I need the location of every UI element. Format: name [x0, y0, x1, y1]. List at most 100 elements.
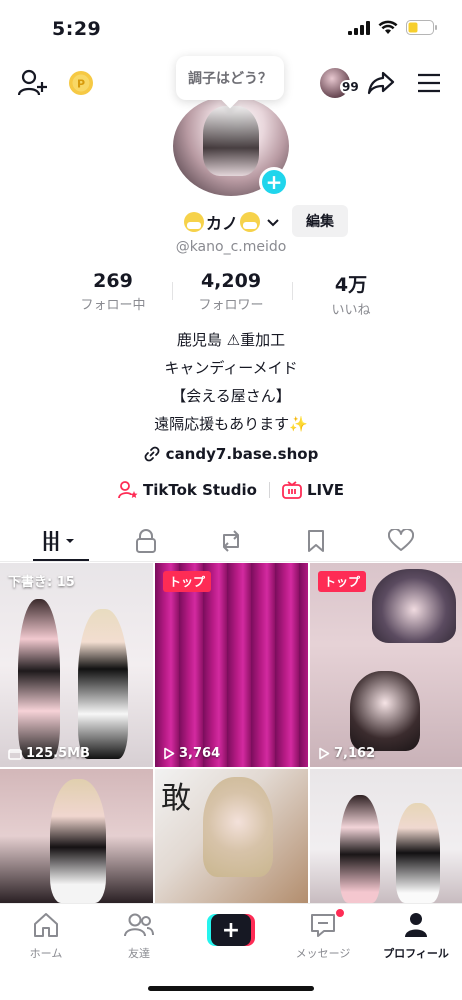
tab-private[interactable]	[100, 520, 192, 562]
coin-icon: P	[69, 71, 93, 95]
status-time: 5:29	[52, 18, 102, 40]
repost-icon	[223, 530, 239, 552]
thumbnail-person	[50, 779, 106, 903]
video-views: 7,162	[318, 746, 375, 761]
stat-label: いいね	[331, 303, 371, 318]
home-indicator	[148, 986, 314, 991]
tab-saved[interactable]	[270, 520, 362, 562]
nav-label: 友達	[128, 947, 150, 960]
tab-videos[interactable]	[15, 520, 107, 562]
link-icon	[144, 446, 160, 462]
nav-friends[interactable]: 友達	[93, 912, 185, 961]
share-button[interactable]	[364, 66, 398, 100]
name-row: カノ	[0, 206, 462, 238]
add-friend-button[interactable]	[16, 66, 50, 100]
add-user-icon	[18, 69, 47, 96]
view-count: 7,162	[334, 746, 376, 761]
nav-label: ホーム	[29, 947, 63, 960]
video-views: 3,764	[163, 746, 220, 761]
overlay-kanji: 敢	[161, 781, 191, 816]
live-label: LIVE	[306, 481, 344, 499]
video-thumbnail[interactable]	[0, 769, 153, 903]
stat-label: フォロワー	[198, 298, 264, 313]
status-icons	[348, 20, 438, 35]
nav-profile[interactable]: プロフィール	[370, 912, 462, 961]
top-badge: トップ	[163, 571, 212, 592]
play-icon	[319, 747, 330, 760]
live-link[interactable]: LIVE	[282, 481, 344, 499]
mask-face-icon	[184, 212, 204, 232]
mood-bubble[interactable]: 調子はどう？	[176, 56, 284, 100]
share-icon	[367, 71, 395, 95]
username: @kano_c.meido	[175, 239, 287, 255]
display-name-button[interactable]: カノ	[184, 210, 281, 234]
lock-icon	[136, 529, 156, 553]
tiktok-studio-link[interactable]: TikTok Studio	[118, 481, 257, 499]
tiktok-studio-label: TikTok Studio	[143, 481, 257, 499]
video-thumbnail[interactable]: トップ 3,764	[155, 563, 308, 767]
bookmark-icon	[308, 530, 324, 552]
add-story-button[interactable]: +	[259, 167, 289, 197]
stats: 269 フォロー中 4,209 フォロワー 4万 いいね	[0, 270, 462, 318]
profile-tabs	[0, 520, 462, 562]
thumbnail-person	[372, 569, 456, 643]
nav-home[interactable]: ホーム	[0, 912, 92, 961]
message-icon	[311, 914, 335, 937]
view-count: 3,764	[179, 746, 221, 761]
play-icon	[164, 747, 175, 760]
svg-text:P: P	[77, 78, 85, 91]
video-thumbnail-drafts[interactable]: 下書き: 15 125.5MB	[0, 563, 153, 767]
thumbnail-person	[18, 599, 60, 759]
active-tab-indicator	[33, 559, 89, 561]
studio-icon	[118, 481, 138, 499]
bio: 鹿児島 ⚠重加工 キャンディーメイド 【会える屋さん】 遠隔応援もあります✨ c…	[0, 328, 462, 468]
live-tv-icon	[282, 481, 302, 499]
display-name: カノ	[206, 214, 239, 233]
profile-icon	[405, 913, 427, 937]
stat-label: フォロー中	[80, 298, 146, 313]
bio-line: 【会える屋さん】	[171, 387, 291, 405]
avatar-figure	[203, 106, 259, 176]
nav-messages[interactable]: メッセージ	[277, 912, 369, 961]
heart-icon	[388, 529, 414, 551]
bio-link[interactable]: candy7.base.shop	[0, 440, 462, 468]
video-thumbnail[interactable]	[310, 769, 462, 903]
stat-value: 4万	[334, 274, 368, 296]
friends-icon	[124, 913, 154, 937]
hamburger-icon	[418, 73, 440, 93]
top-badge: トップ	[318, 571, 367, 592]
menu-button[interactable]	[412, 66, 446, 100]
friends-count: 99	[340, 80, 361, 94]
mask-face-icon	[240, 212, 261, 232]
divider	[268, 482, 270, 498]
bio-line: キャンディーメイド	[164, 359, 298, 377]
tab-reposts[interactable]	[185, 520, 277, 562]
video-thumbnail[interactable]: トップ 7,162	[310, 563, 462, 767]
thumbnail-person	[203, 777, 273, 877]
stat-value: 269	[93, 270, 133, 292]
bio-line: 遠隔応援もあります✨	[154, 415, 308, 433]
stat-followers[interactable]: 4,209 フォロワー	[176, 270, 286, 313]
thumbnail-person	[396, 803, 440, 903]
video-size: 125.5MB	[8, 746, 90, 761]
stat-likes[interactable]: 4万 いいね	[296, 270, 406, 318]
video-thumbnail[interactable]: 敢	[155, 769, 308, 903]
chevron-down-icon	[267, 219, 279, 227]
nav-label: メッセージ	[295, 947, 351, 960]
thumbnail-person	[350, 671, 420, 751]
create-button[interactable]: +	[207, 914, 255, 946]
stat-following[interactable]: 269 フォロー中	[58, 270, 168, 313]
plus-icon: +	[211, 914, 251, 946]
tab-liked[interactable]	[355, 520, 447, 562]
thumbnail-person	[340, 795, 380, 903]
edit-profile-button[interactable]: 編集	[292, 205, 348, 237]
stat-value: 4,209	[200, 270, 262, 292]
video-grid: 下書き: 15 125.5MB トップ 3,764 トップ 7,162 敢	[0, 563, 462, 903]
draft-label: 下書き: 15	[8, 575, 75, 590]
folder-icon	[8, 748, 22, 760]
battery-icon	[406, 20, 437, 35]
grid-icon	[43, 531, 74, 551]
bio-link-text: candy7.base.shop	[165, 445, 319, 463]
coin-button[interactable]: P	[66, 68, 96, 98]
plus-icon: +	[265, 170, 283, 194]
